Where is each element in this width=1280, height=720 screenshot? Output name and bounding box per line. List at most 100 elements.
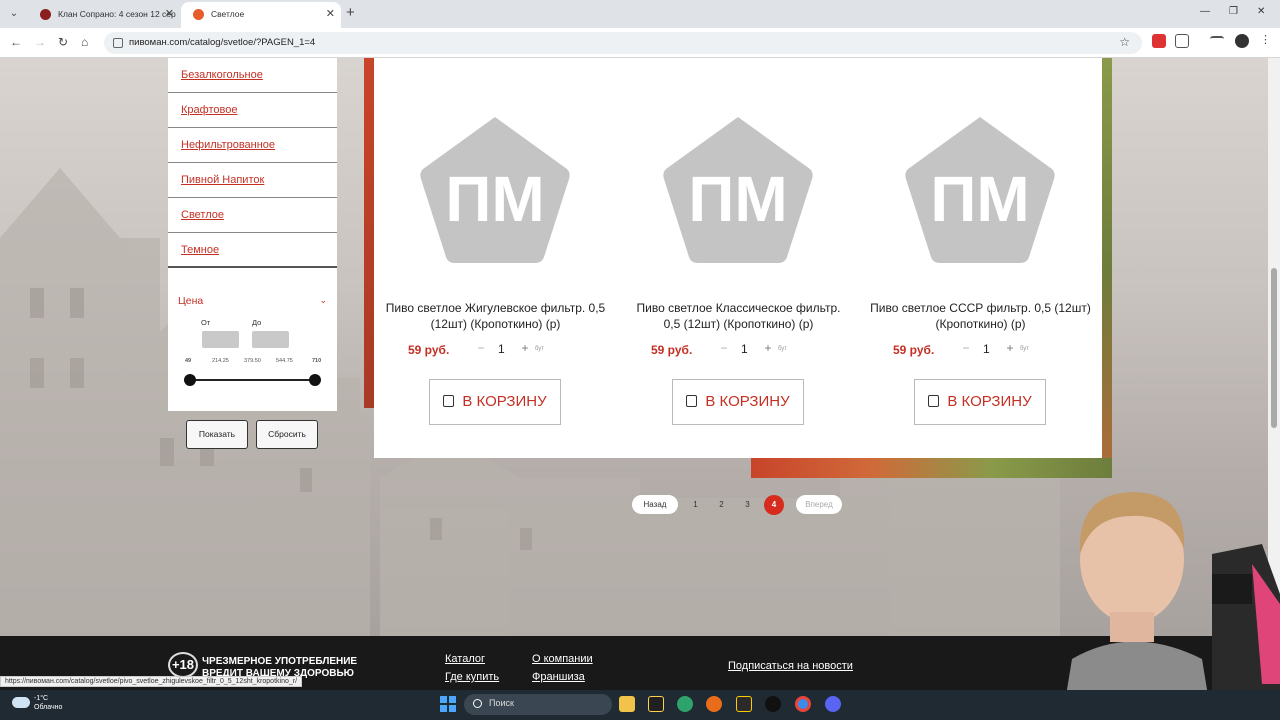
close-tab-icon[interactable]: ✕ xyxy=(326,2,335,26)
banner-edge-left xyxy=(364,58,374,408)
category-link[interactable]: Темное xyxy=(181,244,219,256)
weather-temperature: -1°C xyxy=(34,695,49,702)
windows-start-icon[interactable] xyxy=(440,696,456,712)
footer-link-where-to-buy[interactable]: Где купить xyxy=(445,671,499,683)
weather-widget[interactable]: -1°C Облачно xyxy=(34,694,62,712)
price-slider-max-handle[interactable] xyxy=(309,374,321,386)
chevron-down-icon[interactable]: ⌄ xyxy=(319,295,327,306)
price-from-input[interactable] xyxy=(202,331,239,348)
category-svetloe[interactable]: Светлое xyxy=(168,198,337,233)
add-to-cart-button[interactable]: В КОРЗИНУ xyxy=(914,379,1046,425)
category-link[interactable]: Крафтовое xyxy=(181,104,237,116)
pagination-prev[interactable]: Назад xyxy=(632,495,678,514)
show-button[interactable]: Показать xyxy=(186,420,248,449)
category-nefiltrovannoe[interactable]: Нефильтрованное xyxy=(168,128,337,163)
subscribe-link[interactable]: Подписаться на новости xyxy=(728,660,853,672)
reset-button[interactable]: Сбросить xyxy=(256,420,318,449)
home-icon[interactable]: ⌂ xyxy=(81,35,88,49)
qty-value[interactable]: 1 xyxy=(498,342,505,356)
menu-dots-icon[interactable]: ⋮ xyxy=(1260,33,1274,47)
product-placeholder-logo[interactable]: ПМ xyxy=(904,113,1056,265)
restore-icon[interactable]: ❐ xyxy=(1229,6,1238,17)
search-placeholder: Поиск xyxy=(489,698,514,708)
category-bezalkogolnoe[interactable]: Безалкогольное xyxy=(168,58,337,93)
product-placeholder-logo[interactable]: ПМ xyxy=(419,113,571,265)
product-name[interactable]: Пиво светлое СССР фильтр. 0,5 (12шт) (Кр… xyxy=(869,300,1092,332)
product-price: 59 руб. xyxy=(408,343,450,357)
category-link[interactable]: Нефильтрованное xyxy=(181,139,275,151)
qty-decrease-button[interactable]: − xyxy=(717,341,731,359)
tab-favicon-icon xyxy=(40,9,51,20)
reload-icon[interactable]: ↻ xyxy=(58,35,68,49)
site-info-icon[interactable] xyxy=(113,38,123,48)
product-name[interactable]: Пиво светлое Классическое фильтр. 0,5 (1… xyxy=(627,300,850,332)
tab-svetloe[interactable]: Светлое ✕ xyxy=(181,2,341,28)
file-explorer-icon[interactable] xyxy=(619,696,635,712)
cloud-icon[interactable] xyxy=(12,697,30,708)
product-card: ПМ Пиво светлое СССР фильтр. 0,5 (12шт) … xyxy=(859,58,1102,458)
minimize-icon[interactable]: — xyxy=(1200,6,1210,17)
footer-link-about[interactable]: О компании xyxy=(532,653,593,665)
app-icon[interactable] xyxy=(706,696,722,712)
qty-value[interactable]: 1 xyxy=(983,342,990,356)
weather-condition: Облачно xyxy=(34,704,63,711)
qty-increase-button[interactable]: + xyxy=(761,341,775,359)
close-window-icon[interactable]: ✕ xyxy=(1257,6,1265,17)
price-slider-min-handle[interactable] xyxy=(184,374,196,386)
price-slider-track[interactable] xyxy=(190,379,315,381)
app-icon[interactable] xyxy=(648,696,664,712)
close-tab-icon[interactable]: ✕ xyxy=(165,2,174,26)
qty-value[interactable]: 1 xyxy=(741,342,748,356)
tab-search-icon[interactable]: ⌄ xyxy=(5,5,23,23)
category-link[interactable]: Светлое xyxy=(181,209,224,221)
price-tick: 49 xyxy=(185,358,192,364)
taskbar-search[interactable]: Поиск xyxy=(464,694,612,715)
price-filter-title[interactable]: Цена xyxy=(178,295,203,307)
qty-increase-button[interactable]: + xyxy=(518,341,532,359)
scrollbar-thumb[interactable] xyxy=(1271,268,1277,428)
app-icon[interactable] xyxy=(736,696,752,712)
footer-link-catalog[interactable]: Каталог xyxy=(445,653,485,665)
address-bar[interactable]: пивоман.com/catalog/svetloe/?PAGEN_1=4 ☆ xyxy=(104,32,1142,54)
forward-icon[interactable]: → xyxy=(34,35,46,49)
footer-link-franchise[interactable]: Франшиза xyxy=(532,671,585,683)
extensions-puzzle-icon[interactable] xyxy=(1175,34,1189,48)
pagination-current-page[interactable]: 4 xyxy=(764,495,784,515)
category-pivnoy-napitok[interactable]: Пивной Напиток xyxy=(168,163,337,198)
edge-browser-icon[interactable] xyxy=(677,696,693,712)
product-grid: ПМ Пиво светлое Жигулевское фильтр. 0,5 … xyxy=(374,58,1102,458)
url-text: пивоман.com/catalog/svetloe/?PAGEN_1=4 xyxy=(129,37,316,48)
qty-decrease-button[interactable]: − xyxy=(959,341,973,359)
pagination-next[interactable]: Вперед xyxy=(796,495,842,514)
extension-icon[interactable] xyxy=(1152,34,1166,48)
qty-unit: бут xyxy=(1020,346,1030,352)
tab-sopranos[interactable]: Клан Сопрано: 4 сезон 12 сер ✕ xyxy=(28,2,180,28)
browser-tab-bar: ⌄ Клан Сопрано: 4 сезон 12 сер ✕ Светлое… xyxy=(0,0,1280,28)
category-link[interactable]: Пивной Напиток xyxy=(181,174,264,186)
bookmark-star-icon[interactable]: ☆ xyxy=(1119,35,1130,49)
category-link[interactable]: Безалкогольное xyxy=(181,69,263,81)
qty-decrease-button[interactable]: − xyxy=(474,341,488,359)
price-to-input[interactable] xyxy=(252,331,289,348)
category-temnoe[interactable]: Темное xyxy=(168,233,337,268)
category-kraftovoe[interactable]: Крафтовое xyxy=(168,93,337,128)
pagination-page[interactable]: 1 xyxy=(686,495,705,514)
tab-title: Клан Сопрано: 4 сезон 12 сер xyxy=(58,9,176,19)
product-name[interactable]: Пиво светлое Жигулевское фильтр. 0,5 (12… xyxy=(384,300,607,332)
product-placeholder-logo[interactable]: ПМ xyxy=(662,113,814,265)
profile-avatar-icon[interactable] xyxy=(1235,34,1249,48)
add-to-cart-button[interactable]: В КОРЗИНУ xyxy=(672,379,804,425)
logo-text: ПМ xyxy=(688,163,787,235)
pagination-page[interactable]: 2 xyxy=(712,495,731,514)
new-tab-icon[interactable]: + xyxy=(346,5,355,21)
media-control-icon[interactable] xyxy=(1210,36,1224,46)
back-icon[interactable]: ← xyxy=(10,35,22,49)
discord-icon[interactable] xyxy=(825,696,841,712)
pagination-page[interactable]: 3 xyxy=(738,495,757,514)
qty-increase-button[interactable]: + xyxy=(1003,341,1017,359)
windows-taskbar xyxy=(0,690,1280,720)
steam-icon[interactable] xyxy=(765,696,781,712)
price-tick: 214.25 xyxy=(212,358,229,364)
add-to-cart-button[interactable]: В КОРЗИНУ xyxy=(429,379,561,425)
chrome-icon[interactable] xyxy=(795,696,811,712)
